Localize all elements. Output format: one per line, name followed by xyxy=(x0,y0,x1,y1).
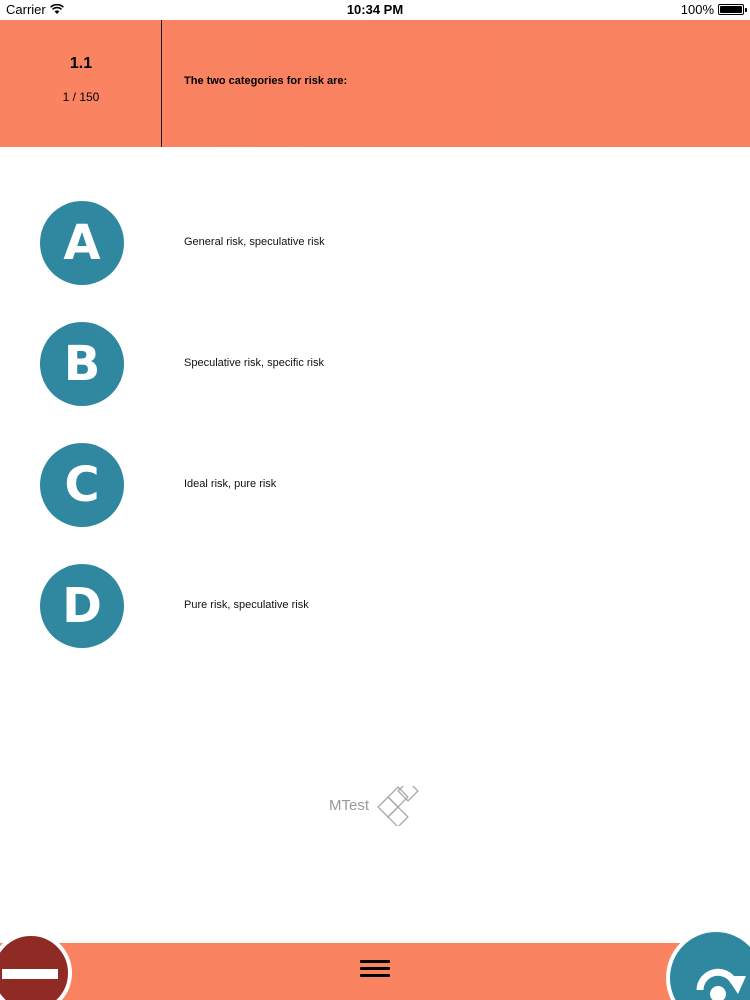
answer-option-d[interactable]: D Pure risk, speculative risk xyxy=(0,564,750,654)
answer-option-a[interactable]: A General risk, speculative risk xyxy=(0,201,750,291)
status-time: 10:34 PM xyxy=(346,2,404,17)
next-button[interactable] xyxy=(666,928,750,1000)
question-progress: 1 / 150 xyxy=(62,90,100,104)
battery-label: 100% xyxy=(680,2,714,17)
answer-option-c[interactable]: C Ideal risk, pure risk xyxy=(0,443,750,533)
answer-text[interactable]: Ideal risk, pure risk xyxy=(184,478,276,490)
answer-letter-circle[interactable]: B xyxy=(40,322,124,406)
answer-letter-circle[interactable]: D xyxy=(40,564,124,648)
logo-diamond-icon xyxy=(377,786,419,826)
answer-option-b[interactable]: B Speculative risk, specific risk xyxy=(0,322,750,412)
logo-text: MTest xyxy=(329,797,370,814)
bottom-toolbar xyxy=(0,943,750,1000)
status-right: 100% xyxy=(680,2,747,17)
battery-icon xyxy=(718,4,747,15)
question-number: 1.1 xyxy=(69,55,93,72)
question-text: The two categories for risk are: xyxy=(184,75,348,87)
question-info-panel: 1.1 1 / 150 xyxy=(0,20,162,147)
answer-text[interactable]: General risk, speculative risk xyxy=(184,236,325,248)
next-arrow-icon xyxy=(696,968,746,1000)
answer-text[interactable]: Speculative risk, specific risk xyxy=(184,357,324,369)
stop-icon xyxy=(2,969,58,979)
answer-text[interactable]: Pure risk, speculative risk xyxy=(184,599,309,611)
mtest-logo: MTest xyxy=(329,786,429,826)
quiz-screen: Carrier 10:34 PM 100% 1.1 1 / 150 The tw… xyxy=(0,0,750,1000)
status-bar: Carrier 10:34 PM 100% xyxy=(0,0,750,20)
answer-letter-circle[interactable]: C xyxy=(40,443,124,527)
question-header: 1.1 1 / 150 The two categories for risk … xyxy=(0,20,750,147)
hamburger-icon[interactable] xyxy=(355,957,395,987)
answer-letter-circle[interactable]: A xyxy=(40,201,124,285)
